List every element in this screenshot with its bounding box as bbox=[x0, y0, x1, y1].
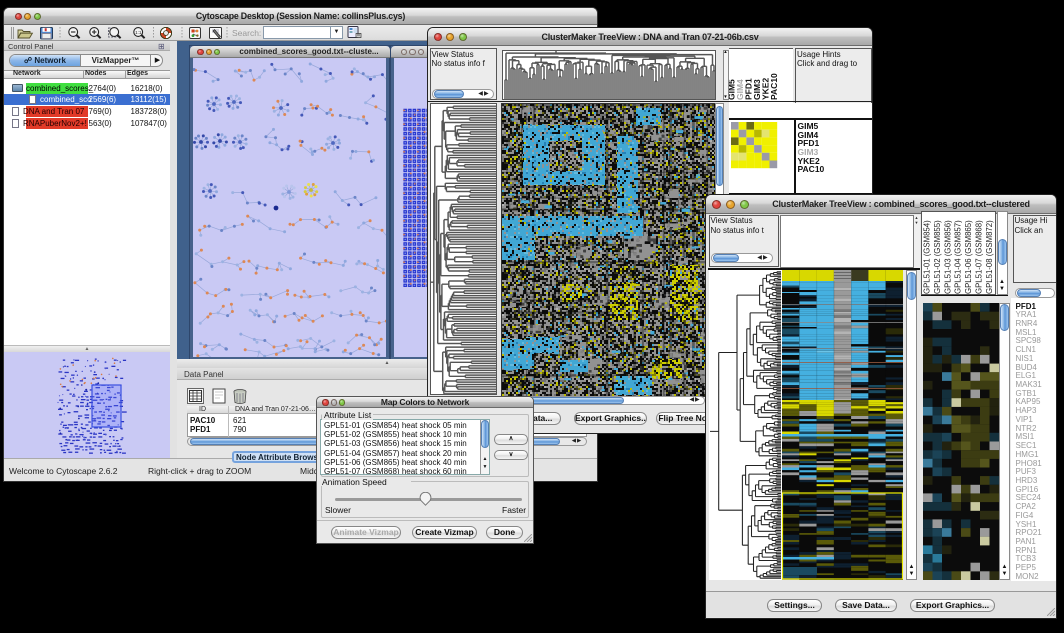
svg-text:PAC10: PAC10 bbox=[769, 73, 779, 100]
svg-text:GPL51-03 (GSM856): GPL51-03 (GSM856) bbox=[943, 220, 952, 294]
svg-text:GPL51-02 (GSM855): GPL51-02 (GSM855) bbox=[932, 220, 941, 294]
svg-text:1:1: 1:1 bbox=[135, 30, 142, 35]
svg-text:GPL51-08 (GSM872): GPL51-08 (GSM872) bbox=[984, 220, 993, 294]
svg-text:GPL51-04 (GSM857): GPL51-04 (GSM857) bbox=[953, 220, 962, 294]
svg-text:GPL51-07 (GSM868): GPL51-07 (GSM868) bbox=[974, 220, 983, 294]
svg-text:GPL51-06 (GSM865): GPL51-06 (GSM865) bbox=[964, 220, 973, 294]
svg-text:GPL51-01 (GSM854): GPL51-01 (GSM854) bbox=[922, 220, 931, 294]
